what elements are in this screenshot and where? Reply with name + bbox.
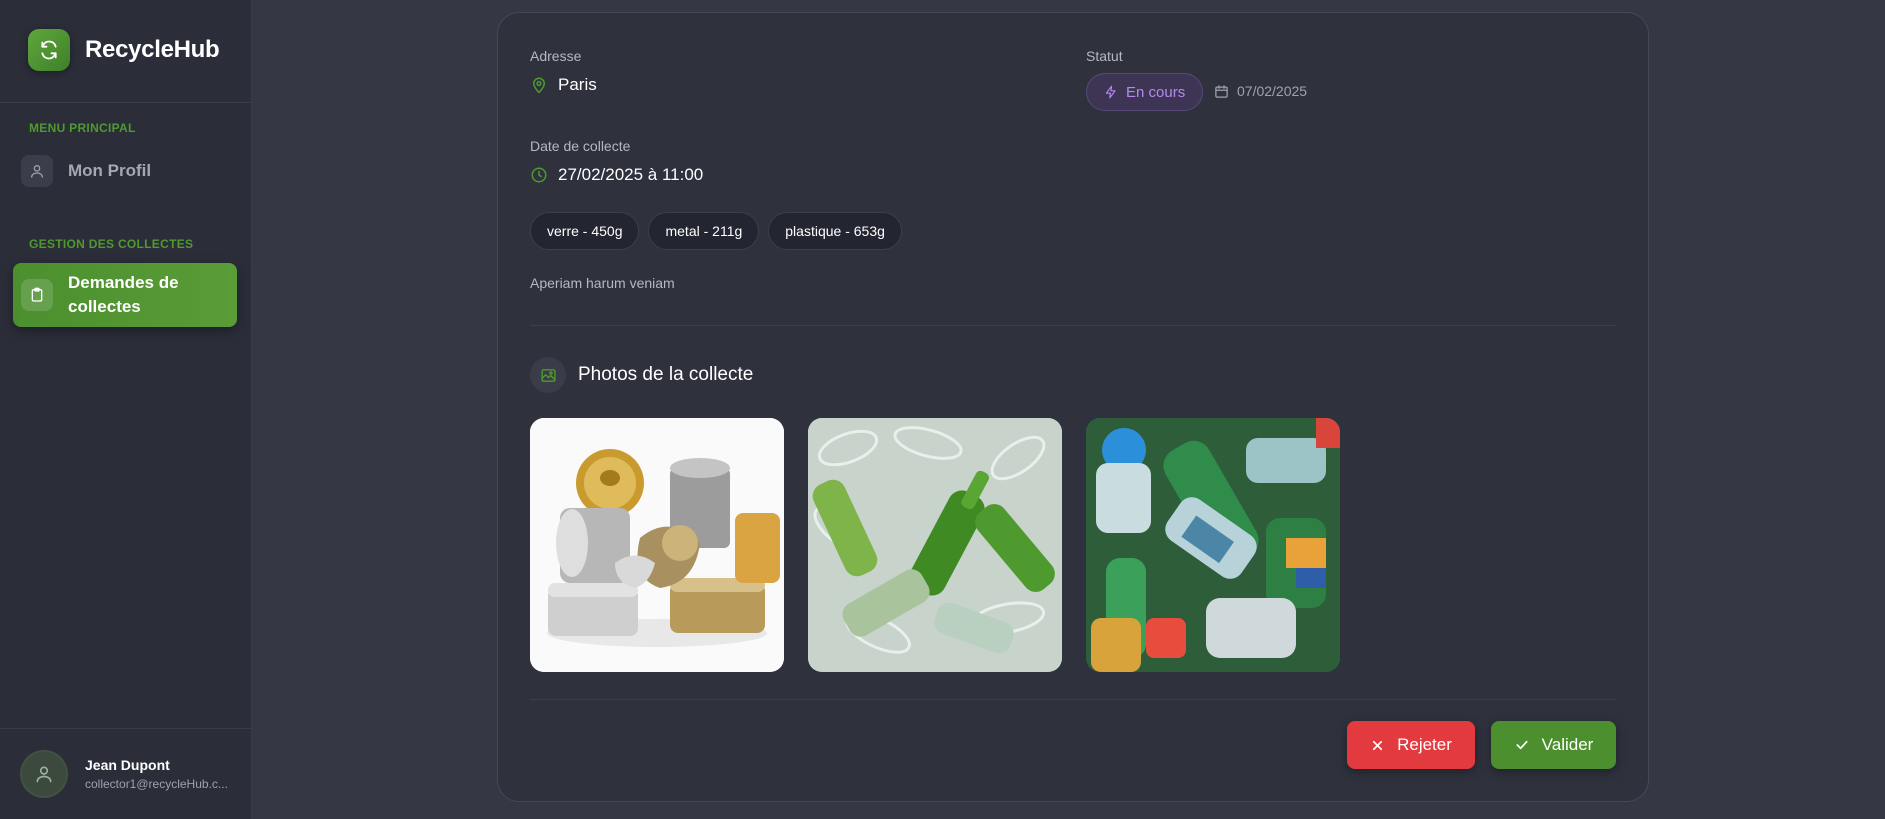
sidebar: RecycleHub MENU PRINCIPAL Mon Profil GES… <box>0 0 252 819</box>
description: Aperiam harum veniam <box>530 275 675 291</box>
photos-header: Photos de la collecte <box>530 357 753 393</box>
address-value: Paris <box>530 75 597 95</box>
plastic-bottles-photo[interactable] <box>1086 418 1340 672</box>
divider <box>530 325 1616 326</box>
sidebar-item-profile[interactable]: Mon Profil <box>13 154 237 188</box>
collect-date-value: 27/02/2025 à 11:00 <box>530 165 703 185</box>
clock-icon <box>531 167 547 183</box>
brand[interactable]: RecycleHub <box>28 29 220 71</box>
validate-button-label: Valider <box>1541 735 1594 754</box>
metal-cans-photo[interactable] <box>530 418 784 672</box>
section-label-main: MENU PRINCIPAL <box>29 121 136 135</box>
recycle-icon <box>28 29 70 71</box>
material-tag: verre - 450g <box>530 212 640 250</box>
close-icon <box>1373 740 1383 750</box>
address-text: Paris <box>558 75 597 94</box>
lightning-icon <box>1105 85 1116 99</box>
created-date: 07/02/2025 <box>1214 83 1307 99</box>
map-pin-icon <box>533 77 545 94</box>
calendar-icon <box>1215 84 1228 98</box>
material-tag: metal - 211g <box>648 212 760 250</box>
user-name: Jean Dupont <box>85 757 170 773</box>
brand-name: RecycleHub <box>85 36 220 63</box>
clipboard-icon <box>21 279 53 311</box>
validate-button[interactable]: Valider <box>1491 721 1616 769</box>
materials-list: verre - 450g metal - 211g plastique - 65… <box>530 212 902 250</box>
sidebar-item-label: Demandes de collectes <box>68 273 179 316</box>
material-tag: plastique - 653g <box>768 212 902 250</box>
glass-bottles-photo[interactable] <box>808 418 1062 672</box>
sidebar-item-label: Mon Profil <box>68 161 152 180</box>
sidebar-item-collect-requests[interactable]: Demandes de collectes <box>13 263 237 327</box>
image-icon <box>530 357 566 393</box>
reject-button-label: Rejeter <box>1397 735 1452 754</box>
divider <box>530 699 1616 700</box>
status-label: Statut <box>1086 48 1123 64</box>
user-email: collector1@recycleHub.c... <box>85 777 228 791</box>
section-label-collects: GESTION DES COLLECTES <box>29 237 194 251</box>
user-icon <box>21 155 53 187</box>
user-box[interactable]: Jean Dupont collector1@recycleHub.c... <box>0 728 251 819</box>
sidebar-divider <box>0 102 251 103</box>
collect-date-label: Date de collecte <box>530 138 631 154</box>
user-info: Jean Dupont collector1@recycleHub.c... <box>85 757 228 791</box>
avatar <box>20 750 68 798</box>
collect-date-text: 27/02/2025 à 11:00 <box>558 165 704 184</box>
created-date-text: 07/02/2025 <box>1237 83 1308 99</box>
photos-title: Photos de la collecte <box>578 364 754 385</box>
check-icon <box>1516 740 1528 750</box>
reject-button[interactable]: Rejeter <box>1347 721 1475 769</box>
collect-request-card: Adresse Paris Statut En cours 07/02/2025… <box>497 12 1649 802</box>
address-label: Adresse <box>530 48 582 64</box>
status-badge: En cours <box>1086 73 1204 111</box>
status-text: En cours <box>1126 83 1186 101</box>
